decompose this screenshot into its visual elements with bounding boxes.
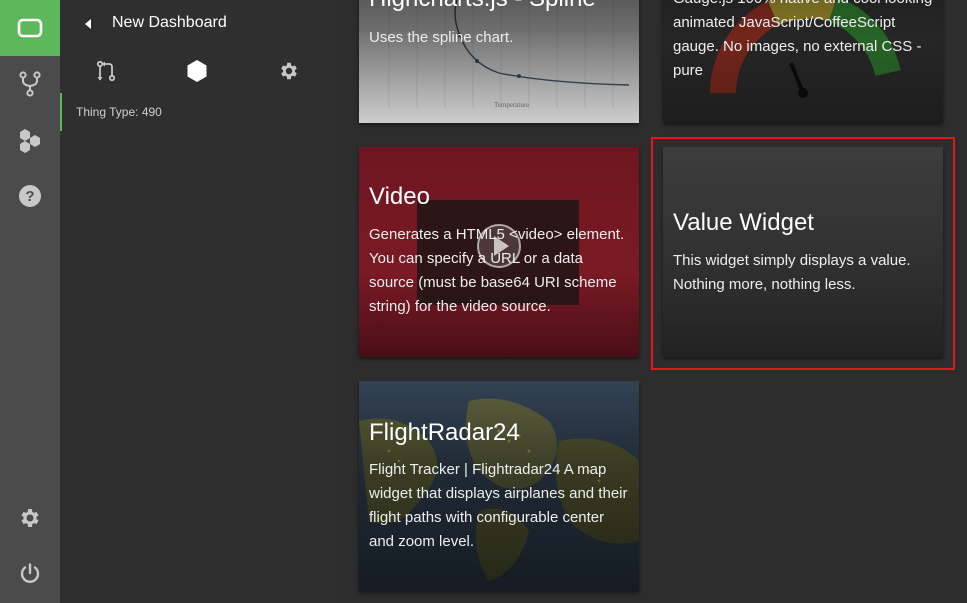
tab-widgets[interactable]: [177, 56, 217, 86]
selection-outline: [651, 137, 955, 370]
branch-icon: [19, 71, 41, 97]
rail-power-button[interactable]: [0, 546, 60, 602]
power-icon: [20, 563, 40, 583]
tab-settings[interactable]: [269, 56, 309, 86]
dashboard-icon: [17, 18, 43, 38]
rail-hexagons-button[interactable]: [0, 112, 60, 168]
hexagon-icon: [187, 60, 207, 82]
widget-card-flightradar[interactable]: FlightRadar24 Flight Tracker | Flightrad…: [359, 381, 639, 591]
card-description: Flight Tracker | Flightradar24 A map wid…: [369, 461, 628, 550]
side-panel: New Dashboard Thing Type: 490: [60, 0, 335, 603]
card-description: Gauge.js 100% native and cool looking an…: [673, 0, 932, 79]
card-title: Video: [369, 183, 430, 210]
icon-rail: ?: [0, 0, 60, 603]
app: ? New Dashboard Thing Type: 490 Uses the…: [0, 0, 967, 603]
thing-type-item[interactable]: Thing Type: 490: [60, 93, 335, 131]
widget-card-video[interactable]: Video Generates a HTML5 <video> element.…: [359, 147, 639, 357]
widget-gallery: Highcharts.js - Spline Uses the spline c…: [335, 0, 967, 603]
panel-tabs: [60, 56, 335, 86]
tab-compare[interactable]: [86, 56, 126, 86]
svg-text:?: ?: [25, 188, 34, 205]
rail-branch-button[interactable]: [0, 56, 60, 112]
back-arrow-icon[interactable]: [82, 17, 94, 31]
rail-dashboard-button[interactable]: [0, 0, 60, 56]
settings-icon: [21, 509, 39, 527]
thing-type-label: Thing Type: 490: [76, 105, 162, 119]
panel-title: New Dashboard: [112, 14, 227, 31]
help-icon: ?: [19, 185, 41, 207]
rail-help-button[interactable]: ?: [0, 168, 60, 224]
compare-icon: [96, 60, 116, 82]
card-description: Uses the spline chart.: [369, 29, 514, 46]
widget-card-gauge[interactable]: Gauge.js 100% native and cool looking an…: [663, 0, 943, 123]
hexagons-icon: [20, 129, 40, 153]
card-title: Highcharts.js - Spline: [369, 0, 596, 13]
widget-card-spline[interactable]: Highcharts.js - Spline Uses the spline c…: [359, 0, 639, 123]
panel-header: New Dashboard: [60, 0, 335, 48]
rail-settings-button[interactable]: [0, 490, 60, 546]
card-title: FlightRadar24: [369, 419, 520, 446]
card-description: Generates a HTML5 <video> element. You c…: [369, 226, 625, 315]
chart-axis-label: Temperature: [494, 101, 530, 109]
gear-icon: [281, 62, 297, 80]
